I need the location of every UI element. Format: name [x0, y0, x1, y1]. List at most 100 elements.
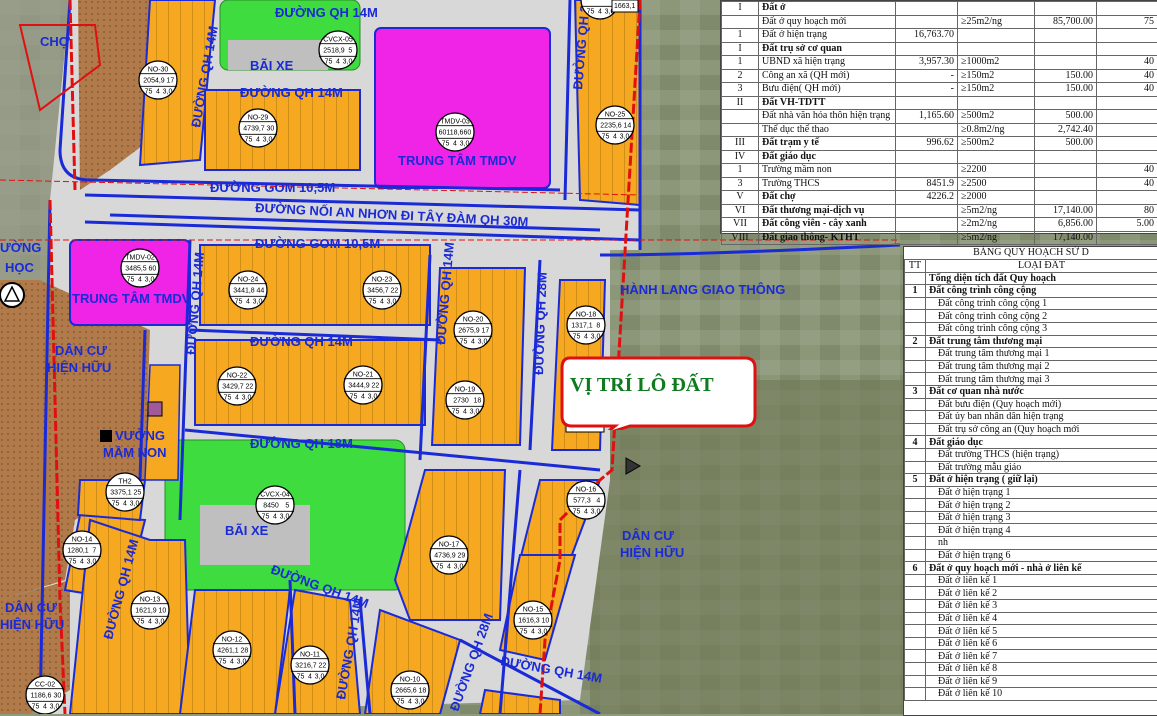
table-cell: ≥500m2 — [958, 137, 1035, 151]
lot-row2-b: 4 — [584, 508, 588, 515]
lot-marker[interactable]: NO-113216,7227543,0 — [291, 646, 329, 684]
lot-marker[interactable]: NO-174736,9297543,0 — [430, 536, 468, 574]
lot-area: 3485,5 — [125, 266, 147, 273]
lot-marker[interactable]: NO-252235,6147543,0 — [596, 106, 634, 144]
lot-id: TMDV-03 — [440, 119, 470, 126]
lot-marker[interactable]: NO-181317,187543,0 — [567, 306, 605, 344]
lot-count: 17 — [481, 328, 489, 335]
table-cell: UBND xã hiện trạng — [759, 56, 896, 70]
lot-area: 1621,9 — [135, 608, 157, 615]
lot-area: 2235,6 — [600, 123, 622, 130]
table-cell: Đất ở — [759, 2, 896, 16]
lot-count: 18 — [418, 688, 426, 695]
lot-row2-a: 75 — [602, 133, 610, 140]
row-tt — [905, 537, 926, 550]
row-label: Đất ở hiện trạng ( giữ lại) — [926, 474, 1157, 487]
lot-marker[interactable]: NO-294739,7307543,0 — [239, 109, 277, 147]
lot-id: TMDV-02 — [125, 255, 155, 262]
lot-marker[interactable]: NO-151616,3107543,0 — [514, 601, 552, 639]
row-tt: 5 — [905, 474, 926, 487]
table-row: Đất ở hiện trạng 6 — [905, 549, 1157, 562]
lot-marker[interactable]: NO-213444,9227543,0 — [344, 366, 382, 404]
lot-area: 2730 — [453, 398, 469, 405]
row-tt — [905, 549, 926, 562]
zone-label: BÃI XE — [225, 523, 269, 538]
row-label: Đất cơ quan nhà nước — [926, 385, 1157, 398]
lot-id: TH2 — [118, 479, 131, 486]
lot-row2-a: 75 — [460, 338, 468, 345]
row-label: Đất ở liên kế 4 — [926, 612, 1157, 625]
lot-id: NO-13 — [140, 597, 161, 604]
table-cell: Đất nhà văn hóa thôn hiện trạng — [759, 110, 896, 124]
row-label: Tổng diện tích đất Quy hoạch — [926, 272, 1157, 285]
row-label: Đất ở liên kế 3 — [926, 600, 1157, 613]
road-label: ĐƯỜNG GOM 10,5M — [210, 180, 335, 195]
lot-count: 22 — [390, 288, 398, 295]
zone-label: TRUNG TÂM TMDV — [72, 291, 191, 306]
table-cell — [1035, 164, 1097, 178]
lot-marker[interactable]: NO-16577,347543,0 — [567, 481, 605, 519]
table-row: Đất ở liên kế 10 — [905, 688, 1157, 701]
lot-marker[interactable]: NO-124261,1287543,0 — [213, 631, 251, 669]
lot-id: NO-25 — [605, 112, 626, 119]
lot-row2-b: 4 — [123, 500, 127, 507]
lot-count: 14 — [623, 123, 631, 130]
partial-lot: 1663,1 — [612, 0, 638, 12]
table-cell — [958, 150, 1035, 164]
lot-id: NO-30 — [148, 67, 169, 74]
lot-marker[interactable]: TMDV-0360118,6607543,0 — [436, 113, 474, 151]
lot-row2-a: 75 — [369, 298, 377, 305]
lot-row2-a: 75 — [587, 8, 595, 15]
table-cell — [1035, 56, 1097, 70]
table-cell: 2 — [722, 69, 759, 83]
lot-marker[interactable]: NO-243441,8447543,0 — [229, 271, 267, 309]
lot-marker[interactable]: NO-202675,9177543,0 — [454, 311, 492, 349]
lot-marker[interactable]: NO-223429,7227543,0 — [218, 367, 256, 405]
lot-area: 3216,7 — [295, 663, 317, 670]
lot-count: 29 — [457, 553, 465, 560]
table-row: Đất trường THCS (hiện trạng) — [905, 448, 1157, 461]
lot-row2-c: 3,0 — [242, 394, 252, 401]
lot-marker[interactable]: CVCX-04845057543,0 — [256, 486, 294, 524]
table-cell: ≥2500 — [958, 177, 1035, 191]
table-cell — [896, 123, 958, 137]
lot-area: 3456,7 — [367, 288, 389, 295]
table-row: Đất trung tâm thương mại 1 — [905, 348, 1157, 361]
table-cell — [1097, 96, 1157, 110]
lot-id: NO-14 — [72, 537, 93, 544]
table-cell — [896, 218, 958, 232]
lot-id: NO-11 — [300, 652, 320, 659]
square-symbol — [148, 402, 162, 416]
zone-label: MẦM NON — [103, 445, 167, 460]
lot-marker[interactable]: NO-141280,177543,0 — [63, 531, 101, 569]
lot-count: 22 — [371, 383, 379, 390]
zone-label: HIỆN HỮU — [620, 545, 684, 560]
lot-marker[interactable]: TH23375,1257543,0 — [106, 473, 144, 511]
lot-area: 3441,8 — [233, 288, 255, 295]
table-row: Tổng diện tích đất Quy hoạch — [905, 272, 1157, 285]
table-header-row: TT LOẠI ĐẤT — [905, 260, 1157, 273]
lot-area: 4739,7 — [243, 126, 265, 133]
table-row: VIĐất thương mại-dịch vụ≥5m2/ng17,140.00… — [722, 204, 1157, 218]
lot-marker[interactable]: TMDV-023485,5607543,0 — [121, 249, 159, 287]
table-cell — [1097, 110, 1157, 124]
row-tt — [905, 625, 926, 638]
row-label: Đất ở liên kế 2 — [926, 587, 1157, 600]
road-label: ĐƯỜNG QH 14M — [240, 85, 343, 100]
lot-marker[interactable]: NO-233456,7227543,0 — [363, 271, 401, 309]
lot-marker[interactable]: CVCX-052518,957543,0 — [319, 31, 357, 69]
lot-marker[interactable]: NO-131621,9107543,0 — [131, 591, 169, 629]
lot-marker[interactable]: NO-302054,9177543,0 — [139, 61, 177, 99]
table-cell: 6,856.00 — [1035, 218, 1097, 232]
lot-marker[interactable]: NO-192730187543,0 — [446, 381, 484, 419]
planning-table: BẢNG QUY HOẠCH SỬ D TT LOẠI ĐẤT Tổng diệ… — [903, 246, 1157, 716]
lot-marker[interactable]: CC-021186,6307543,0 — [26, 676, 64, 714]
table-cell — [958, 29, 1035, 43]
lot-marker[interactable]: NO-102665,6187543,0 — [391, 671, 429, 709]
lot-row2-c: 3,0 — [145, 276, 155, 283]
row-label: Đất ở liên kế 7 — [926, 650, 1157, 663]
table-cell: 3,957.30 — [896, 56, 958, 70]
table-row: 6Đất ở quy hoạch mới - nhà ở liên kế — [905, 562, 1157, 575]
row-tt — [905, 574, 926, 587]
lot-count: 44 — [256, 288, 264, 295]
